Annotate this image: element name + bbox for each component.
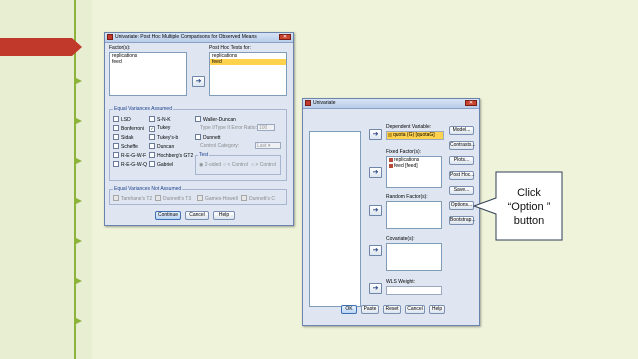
callout-shape bbox=[472, 171, 563, 241]
callout-text: Click “Option ” button bbox=[507, 187, 551, 227]
